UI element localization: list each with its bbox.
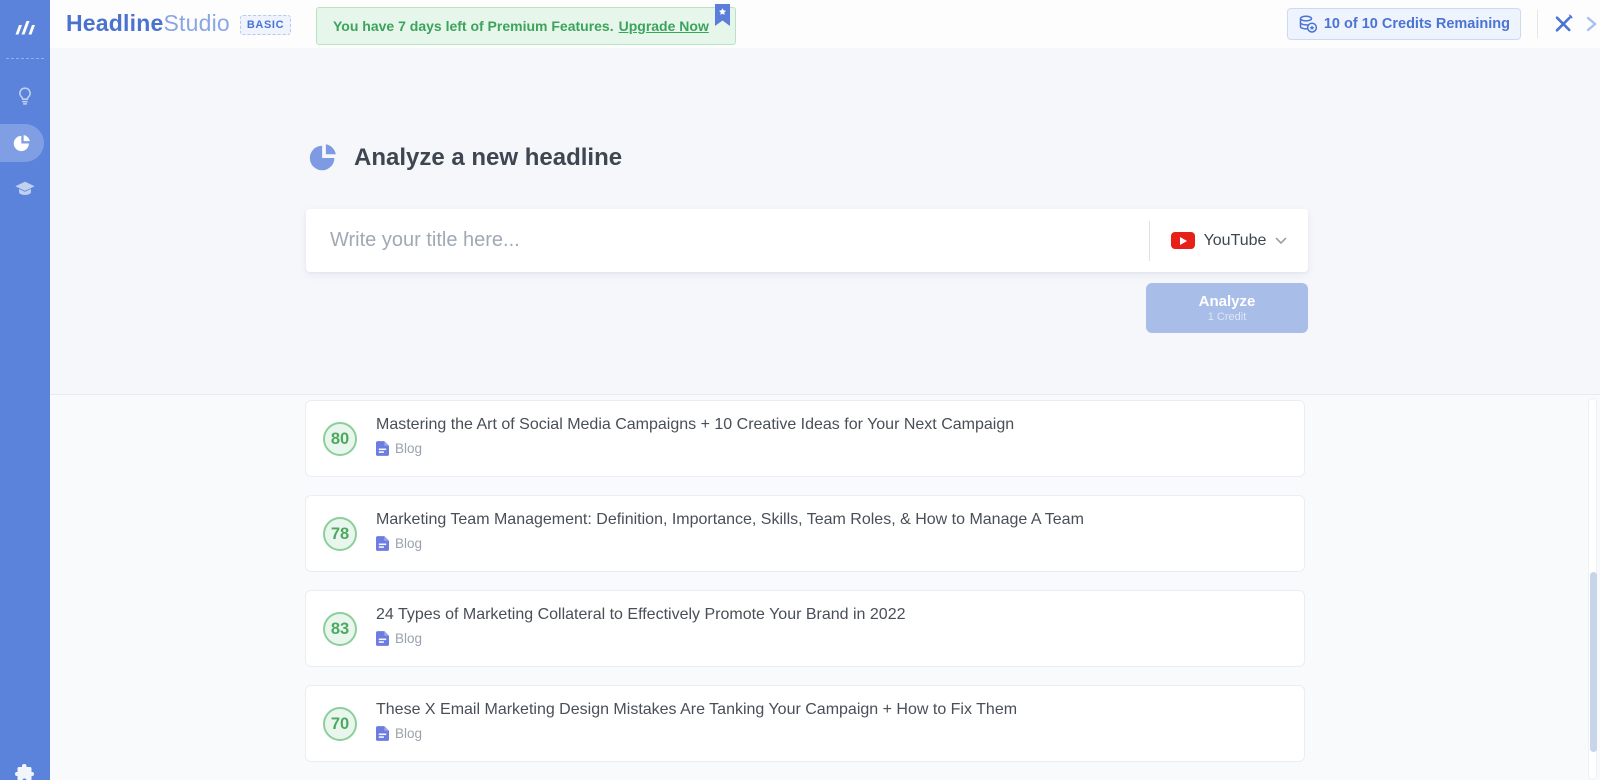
headline-title: Mastering the Art of Social Media Campai… — [376, 416, 1288, 434]
headline-history-item[interactable]: 70 These X Email Marketing Design Mistak… — [305, 685, 1305, 762]
headline-type-label: Blog — [395, 631, 422, 646]
headline-score-badge: 78 — [323, 517, 357, 551]
headline-meta: Blog — [376, 441, 1288, 456]
sidebar-divider — [6, 58, 44, 59]
analyzer-heading: Analyze a new headline — [307, 141, 622, 175]
headline-studio-app: Headline Studio BASIC You have 7 days le… — [0, 0, 1600, 780]
document-icon — [376, 726, 389, 741]
headline-history-item[interactable]: 83 24 Types of Marketing Collateral to E… — [305, 590, 1305, 667]
headline-text-block: Mastering the Art of Social Media Campai… — [376, 416, 1288, 456]
sidebar-item-ideas[interactable] — [0, 79, 50, 113]
banner-message: You have 7 days left of Premium Features… — [333, 18, 614, 34]
tools-icon — [1551, 12, 1575, 36]
graduation-cap-icon — [14, 178, 36, 200]
sidebar-item-learn[interactable] — [0, 172, 50, 206]
headline-score-badge: 83 — [323, 612, 357, 646]
headline-history-item[interactable]: 78 Marketing Team Management: Definition… — [305, 495, 1305, 572]
coins-icon — [1298, 14, 1318, 34]
credits-remaining-badge[interactable]: 10 of 10 Credits Remaining — [1287, 8, 1521, 40]
topbar-divider — [1537, 10, 1538, 38]
headline-text-block: 24 Types of Marketing Collateral to Effe… — [376, 606, 1288, 646]
document-icon — [376, 536, 389, 551]
analyzer-section: Analyze a new headline YouTube Analyze 1… — [50, 48, 1600, 395]
page-title: Analyze a new headline — [354, 144, 622, 172]
bookmark-icon — [715, 4, 730, 26]
scrollbar-thumb[interactable] — [1590, 572, 1597, 752]
headline-type-label: Blog — [395, 536, 422, 551]
headline-title: These X Email Marketing Design Mistakes … — [376, 701, 1288, 719]
sidebar-item-analyze[interactable] — [0, 124, 44, 162]
brand-name-bold: Headline — [66, 10, 163, 37]
headline-text-block: Marketing Team Management: Definition, I… — [376, 511, 1288, 551]
topbar-right-cluster: 10 of 10 Credits Remaining — [1287, 0, 1600, 48]
coschedule-logo-icon[interactable] — [0, 10, 50, 46]
plan-badge: BASIC — [240, 15, 291, 35]
tools-button[interactable] — [1550, 11, 1576, 37]
upgrade-now-link[interactable]: Upgrade Now — [619, 18, 709, 34]
top-bar: Headline Studio BASIC You have 7 days le… — [50, 0, 1600, 48]
headline-meta: Blog — [376, 631, 1288, 646]
puzzle-icon — [13, 762, 37, 780]
headline-meta: Blog — [376, 726, 1288, 741]
headline-score-badge: 80 — [323, 422, 357, 456]
lightbulb-icon — [14, 85, 36, 107]
platform-select[interactable]: YouTube — [1150, 209, 1308, 272]
headline-history-item[interactable]: 80 Mastering the Art of Social Media Cam… — [305, 400, 1305, 477]
chevron-down-icon — [1275, 237, 1287, 245]
document-icon — [376, 631, 389, 646]
headline-score-badge: 70 — [323, 707, 357, 741]
pie-chart-icon — [12, 133, 33, 154]
sidebar — [0, 0, 50, 780]
analyze-button[interactable]: Analyze 1 Credit — [1146, 283, 1308, 333]
headline-type-label: Blog — [395, 726, 422, 741]
headline-input-card: YouTube — [306, 209, 1308, 272]
headline-title: Marketing Team Management: Definition, I… — [376, 511, 1288, 529]
platform-selected-label: YouTube — [1204, 232, 1267, 250]
headline-title: 24 Types of Marketing Collateral to Effe… — [376, 606, 1288, 624]
youtube-icon — [1171, 232, 1195, 249]
scrollbar-track[interactable] — [1588, 398, 1597, 780]
collapse-panel-chevron[interactable] — [1584, 15, 1598, 33]
headline-history-list: 80 Mastering the Art of Social Media Cam… — [305, 400, 1305, 780]
app-logo: Headline Studio BASIC — [66, 10, 291, 37]
credits-remaining-label: 10 of 10 Credits Remaining — [1324, 16, 1510, 32]
analyze-button-label: Analyze — [1199, 293, 1256, 311]
analyze-button-cost: 1 Credit — [1208, 311, 1247, 324]
headline-text-block: These X Email Marketing Design Mistakes … — [376, 701, 1288, 741]
headline-type-label: Blog — [395, 441, 422, 456]
headline-input[interactable] — [306, 209, 1149, 272]
document-icon — [376, 441, 389, 456]
headline-meta: Blog — [376, 536, 1288, 551]
premium-trial-banner: You have 7 days left of Premium Features… — [316, 7, 736, 45]
brand-name-light: Studio — [163, 10, 229, 37]
pie-chart-icon — [307, 141, 341, 175]
integrations-button[interactable] — [13, 762, 37, 780]
